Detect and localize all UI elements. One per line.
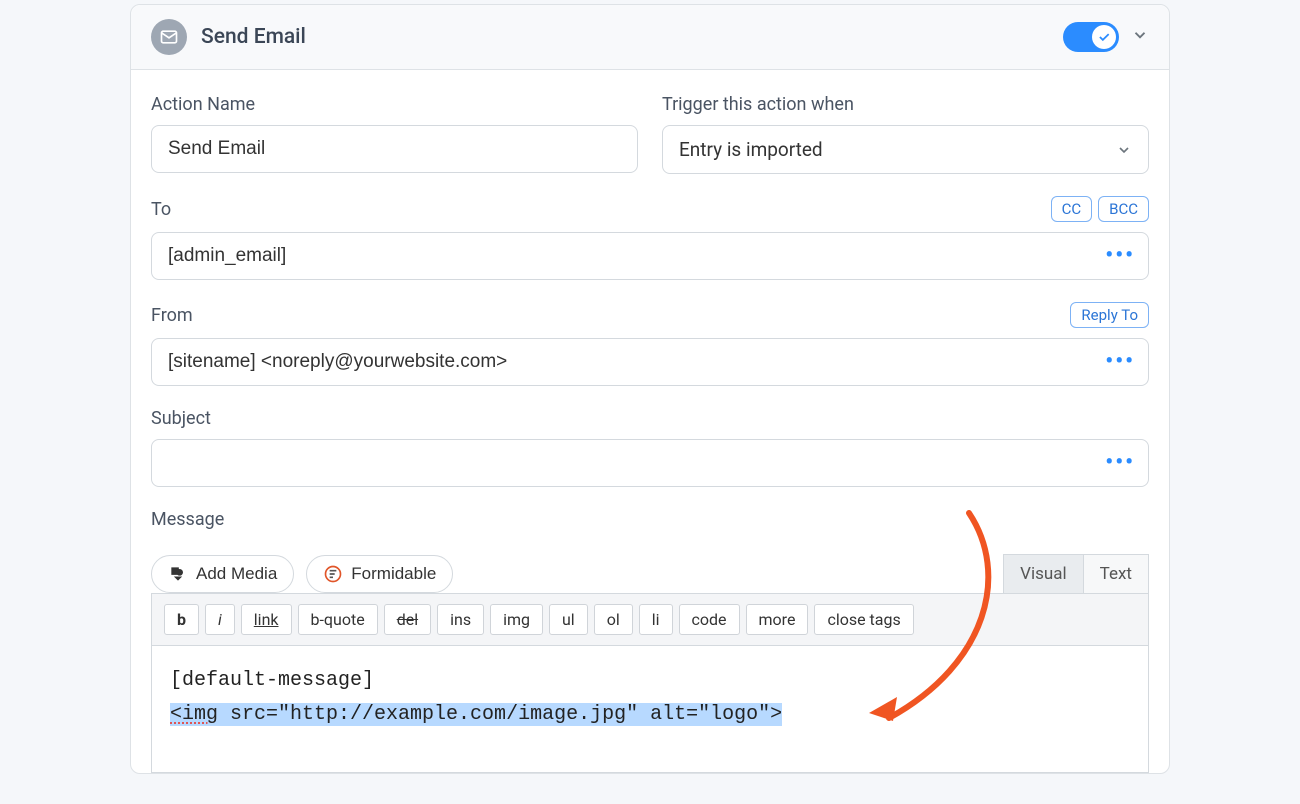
toolbar-link[interactable]: link — [241, 604, 292, 635]
trigger-value: Entry is imported — [679, 138, 823, 161]
toolbar-bold[interactable]: b — [164, 604, 199, 635]
to-shortcode-button[interactable]: ••• — [1105, 245, 1135, 267]
toolbar-italic[interactable]: i — [205, 604, 235, 635]
panel-header: Send Email — [131, 5, 1169, 70]
action-name-input[interactable] — [151, 125, 638, 173]
from-label: From — [151, 305, 193, 326]
editor-tabs: Visual Text — [1003, 554, 1149, 593]
toolbar-more[interactable]: more — [746, 604, 809, 635]
subject-input[interactable] — [151, 439, 1149, 487]
to-input[interactable] — [151, 232, 1149, 280]
reply-to-button[interactable]: Reply To — [1070, 302, 1149, 328]
editor-toolbar: b i link b-quote del ins img ul ol li co… — [151, 593, 1149, 646]
toolbar-ins[interactable]: ins — [437, 604, 484, 635]
message-label: Message — [151, 509, 1149, 530]
toolbar-img[interactable]: img — [490, 604, 543, 635]
chevron-down-icon — [1116, 142, 1132, 158]
to-label: To — [151, 199, 171, 220]
bcc-button[interactable]: BCC — [1098, 196, 1149, 222]
formidable-icon — [323, 564, 343, 584]
subject-label: Subject — [151, 408, 1149, 429]
toolbar-bquote[interactable]: b-quote — [298, 604, 378, 635]
message-editor[interactable]: [default-message] <img src="http://examp… — [151, 646, 1149, 773]
tab-visual[interactable]: Visual — [1003, 554, 1082, 593]
add-media-button[interactable]: Add Media — [151, 555, 294, 593]
toolbar-ul[interactable]: ul — [549, 604, 588, 635]
toolbar-code[interactable]: code — [679, 604, 740, 635]
action-toggle[interactable] — [1063, 22, 1119, 52]
formidable-button[interactable]: Formidable — [306, 555, 453, 593]
toolbar-ol[interactable]: ol — [594, 604, 633, 635]
send-email-panel: Send Email Action Name Trigger this acti… — [130, 4, 1170, 774]
trigger-label: Trigger this action when — [662, 94, 1149, 115]
from-shortcode-button[interactable]: ••• — [1105, 351, 1135, 373]
trigger-select[interactable]: Entry is imported — [662, 125, 1149, 174]
collapse-chevron-icon[interactable] — [1131, 26, 1149, 48]
panel-title: Send Email — [201, 25, 1063, 49]
action-name-label: Action Name — [151, 94, 638, 115]
editor-line-1: [default-message] — [170, 664, 1130, 698]
email-icon — [151, 19, 187, 55]
panel-body: Action Name Trigger this action when Ent… — [131, 70, 1169, 773]
toolbar-close-tags[interactable]: close tags — [814, 604, 913, 635]
toggle-knob — [1092, 25, 1116, 49]
toolbar-li[interactable]: li — [639, 604, 673, 635]
from-input[interactable] — [151, 338, 1149, 386]
cc-button[interactable]: CC — [1051, 196, 1093, 222]
toolbar-del[interactable]: del — [384, 604, 431, 635]
tab-text[interactable]: Text — [1083, 554, 1149, 593]
editor-line-2: <img src="http://example.com/image.jpg" … — [170, 698, 1130, 732]
media-icon — [168, 564, 188, 584]
subject-shortcode-button[interactable]: ••• — [1105, 452, 1135, 474]
